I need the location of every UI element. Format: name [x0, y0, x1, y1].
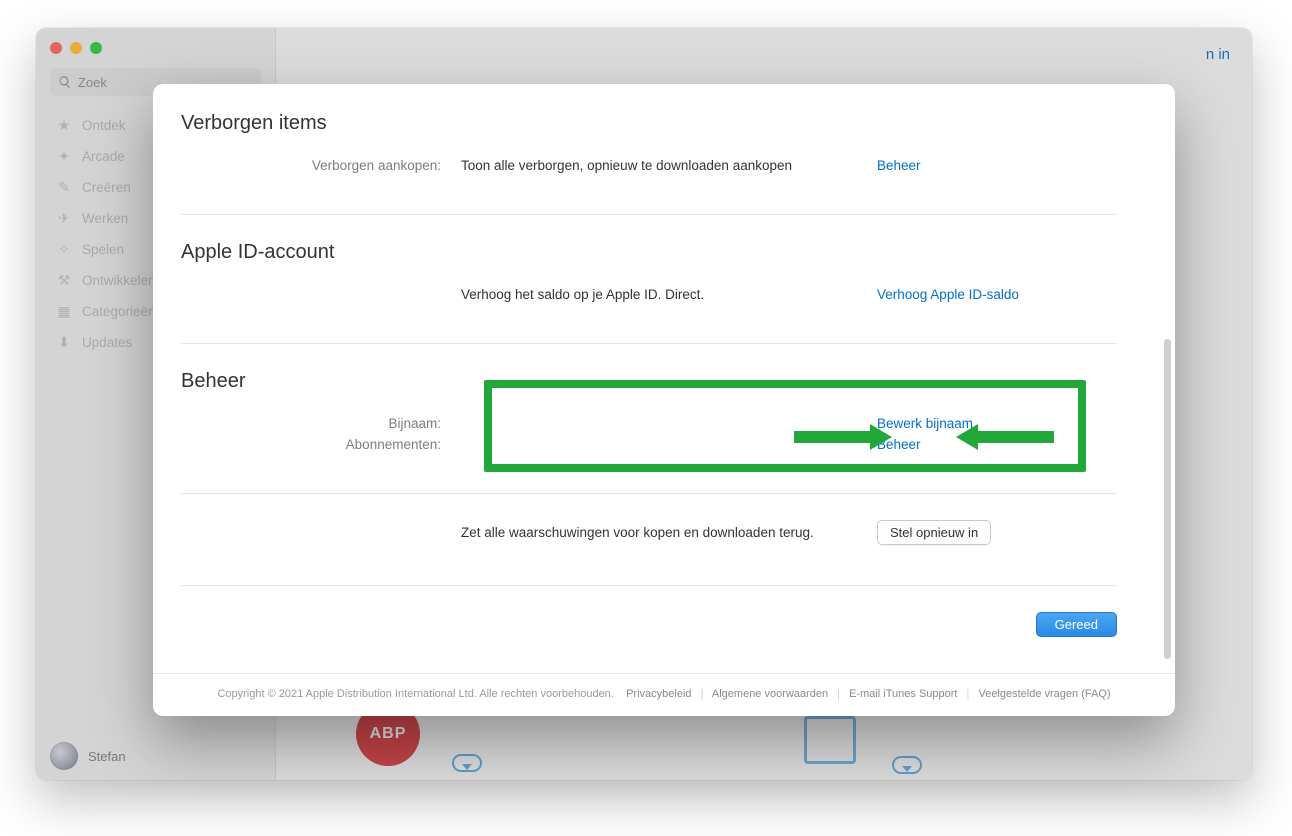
row-apple-id-balance: Verhoog het saldo op je Apple ID. Direct…: [181, 284, 1117, 305]
row-subscriptions: Abonnementen: Beheer: [181, 434, 1117, 455]
row-nickname: Bijnaam: Bewerk bijnaam: [181, 413, 1117, 434]
manage-subscriptions-link[interactable]: Beheer: [877, 437, 1117, 452]
account-modal: Verborgen items Verborgen aankopen: Toon…: [153, 84, 1175, 716]
row-value: Toon alle verborgen, opnieuw te download…: [461, 158, 857, 173]
row-hidden-purchases: Verborgen aankopen: Toon alle verborgen,…: [181, 155, 1117, 176]
legal-link-support[interactable]: E-mail iTunes Support: [849, 688, 957, 700]
legal-link-terms[interactable]: Algemene voorwaarden: [712, 688, 828, 700]
add-funds-link[interactable]: Verhoog Apple ID-saldo: [877, 287, 1117, 302]
section-title: Verborgen items: [181, 112, 1117, 135]
divider: [181, 585, 1117, 586]
legal-link-faq[interactable]: Veelgestelde vragen (FAQ): [978, 688, 1110, 700]
row-value: Verhoog het saldo op je Apple ID. Direct…: [461, 287, 857, 302]
section-title: Apple ID-account: [181, 241, 1117, 264]
modal-body[interactable]: Verborgen items Verborgen aankopen: Toon…: [153, 84, 1175, 673]
section-hidden-items: Verborgen items Verborgen aankopen: Toon…: [181, 112, 1117, 196]
manage-hidden-link[interactable]: Beheer: [877, 158, 1117, 173]
row-label: Abonnementen:: [181, 437, 441, 452]
scrollbar[interactable]: [1164, 339, 1171, 659]
row-label: Verborgen aankopen:: [181, 158, 441, 173]
section-apple-id: Apple ID-account Verhoog het saldo op je…: [181, 241, 1117, 325]
divider: [181, 214, 1117, 215]
legal-footer: Copyright © 2021 Apple Distribution Inte…: [153, 673, 1175, 716]
reset-warnings-button[interactable]: Stel opnieuw in: [877, 520, 991, 545]
section-title: Beheer: [181, 370, 1117, 393]
divider: [181, 493, 1117, 494]
row-reset-warnings: Zet alle waarschuwingen voor kopen en do…: [181, 520, 1117, 545]
reset-description: Zet alle waarschuwingen voor kopen en do…: [461, 525, 857, 540]
done-button[interactable]: Gereed: [1036, 612, 1117, 637]
divider: [181, 343, 1117, 344]
legal-link-privacy[interactable]: Privacybeleid: [626, 688, 691, 700]
section-manage: Beheer Bijnaam: Bewerk bijnaam Abonnemen…: [181, 370, 1117, 475]
edit-nickname-link[interactable]: Bewerk bijnaam: [877, 416, 1117, 431]
copyright-text: Copyright © 2021 Apple Distribution Inte…: [217, 688, 613, 700]
row-label: Bijnaam:: [181, 416, 441, 431]
